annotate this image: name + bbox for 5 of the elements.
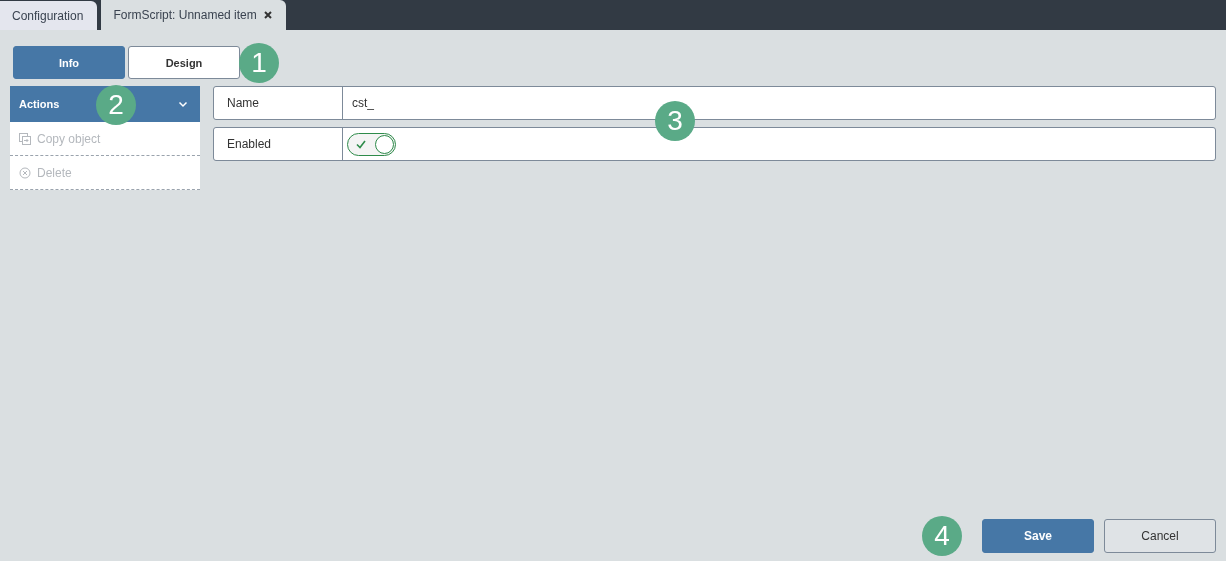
- actions-title: Actions: [19, 98, 60, 110]
- callout-overlay: 1: [239, 43, 279, 83]
- callout-overlay: 4: [922, 516, 962, 556]
- field-label: Name: [214, 87, 343, 119]
- field-label: Enabled: [214, 128, 343, 160]
